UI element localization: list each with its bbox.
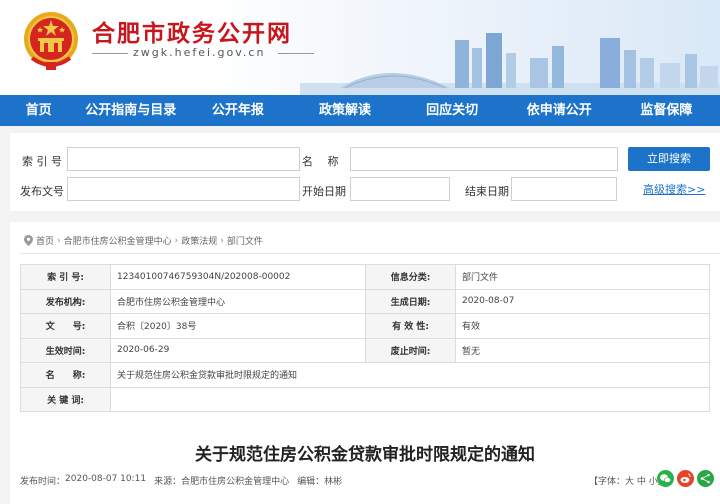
source-value: 合肥市住房公积金管理中心 [181, 477, 290, 487]
table-row: 文 号: 合积〔2020〕38号 有 效 性: 有效 [20, 313, 710, 339]
search-panel: 索 引 号 名 称 立即搜索 发布文号 开始日期 结束日期 高级搜索>> [10, 133, 720, 211]
article-title: 关于规范住房公积金贷款审批时限规定的通知 [195, 445, 535, 465]
category-label: 信息分类: [365, 264, 456, 290]
breadcrumb-dept-docs[interactable]: 部门文件 [227, 234, 263, 247]
main-nav: 首页 公开指南与目录 公开年报 政策解读 回应关切 依申请公开 监督保障 [0, 95, 720, 126]
table-row: 发布机构: 合肥市住房公积金管理中心 生成日期: 2020-08-07 [20, 288, 710, 314]
index-label: 索 引 号 [22, 155, 62, 168]
breadcrumb-separator: › [220, 235, 224, 246]
wechat-icon[interactable] [657, 470, 674, 487]
breadcrumb-center[interactable]: 合肥市住房公积金管理中心 [64, 234, 172, 247]
site-url: zwgk.hefei.gov.cn [133, 46, 266, 59]
name-input[interactable] [350, 147, 618, 171]
table-row: 名 称: 关于规范住房公积金贷款审批时限规定的通知 [20, 362, 710, 388]
breadcrumb-divider [20, 253, 720, 254]
search-button[interactable]: 立即搜索 [628, 147, 710, 171]
doc-name-value: 关于规范住房公积金贷款审批时限规定的通知 [110, 362, 710, 388]
weibo-icon[interactable] [677, 470, 694, 487]
category-value: 部门文件 [455, 264, 710, 290]
national-emblem-icon [24, 12, 78, 70]
nav-item-application[interactable]: 依申请公开 [506, 95, 613, 126]
breadcrumb-home[interactable]: 首页 [36, 234, 54, 247]
url-divider-left [92, 53, 128, 54]
generated-date-value: 2020-08-07 [455, 288, 710, 314]
location-icon [24, 235, 33, 246]
breadcrumb-separator: › [57, 235, 61, 246]
document-info-table: 索 引 号: 12340100746759304N/202008-00002 信… [20, 264, 710, 412]
abolish-date-label: 废止时间: [365, 337, 456, 363]
doc-number-value: 合积〔2020〕38号 [110, 313, 366, 339]
advanced-search-link[interactable]: 高级搜索>> [643, 181, 705, 197]
keywords-label: 关 键 词: [20, 386, 111, 412]
doc-number-label: 文 号: [20, 313, 111, 339]
validity-value: 有效 [455, 313, 710, 339]
editor-label: 编辑： [297, 477, 325, 487]
nav-item-supervision[interactable]: 监督保障 [613, 95, 720, 126]
nav-item-annual-report[interactable]: 公开年报 [184, 95, 291, 126]
keywords-value [110, 386, 710, 412]
breadcrumb: 首页 › 合肥市住房公积金管理中心 › 政策法规 › 部门文件 [24, 234, 263, 247]
source-label: 来源： [154, 477, 182, 487]
index-number-value: 12340100746759304N/202008-00002 [110, 264, 366, 290]
start-date-label: 开始日期 [302, 185, 346, 198]
table-row: 生效时间: 2020-06-29 废止时间: 暂无 [20, 337, 710, 363]
table-row: 索 引 号: 12340100746759304N/202008-00002 信… [20, 264, 710, 290]
start-date-input[interactable] [350, 177, 450, 201]
publish-time-label: 发布时间： [20, 477, 66, 487]
doc-number-input[interactable] [67, 177, 300, 201]
nav-item-home[interactable]: 首页 [0, 95, 77, 126]
article-meta: 发布时间： 2020-08-07 10:11 来源： 合肥市住房公积金管理中心 … [20, 474, 350, 487]
nav-item-guide[interactable]: 公开指南与目录 [77, 95, 184, 126]
publisher-value: 合肥市住房公积金管理中心 [110, 288, 366, 314]
nav-item-policy[interactable]: 政策解读 [291, 95, 398, 126]
city-skyline-illustration [300, 33, 720, 95]
generated-date-label: 生成日期: [365, 288, 456, 314]
site-title: 合肥市政务公开网 [92, 21, 292, 47]
index-input[interactable] [67, 147, 300, 171]
font-size-control[interactable]: 【字体：大 中 小】 [589, 474, 667, 487]
effective-date-label: 生效时间: [20, 337, 111, 363]
site-header: 合肥市政务公开网 zwgk.hefei.gov.cn [0, 0, 720, 95]
doc-number-label: 发布文号 [20, 185, 64, 198]
validity-label: 有 效 性: [365, 313, 456, 339]
publisher-label: 发布机构: [20, 288, 111, 314]
breadcrumb-separator: › [174, 235, 179, 246]
index-number-label: 索 引 号: [20, 264, 111, 290]
editor-value: 林彬 [324, 477, 343, 487]
name-label: 名 称 [302, 155, 339, 168]
nav-item-response[interactable]: 回应关切 [399, 95, 506, 126]
table-row: 关 键 词: [20, 386, 710, 412]
abolish-date-value: 暂无 [455, 337, 710, 363]
end-date-label: 结束日期 [465, 185, 509, 198]
end-date-input[interactable] [511, 177, 617, 201]
share-icon[interactable] [697, 470, 714, 487]
effective-date-value: 2020-06-29 [110, 337, 366, 363]
content-panel: 首页 › 合肥市住房公积金管理中心 › 政策法规 › 部门文件 索 引 号: 1… [10, 222, 720, 504]
doc-name-label: 名 称: [20, 362, 111, 388]
publish-time-value: 2020-08-07 10:11 [65, 474, 147, 484]
breadcrumb-policy[interactable]: 政策法规 [181, 234, 217, 247]
